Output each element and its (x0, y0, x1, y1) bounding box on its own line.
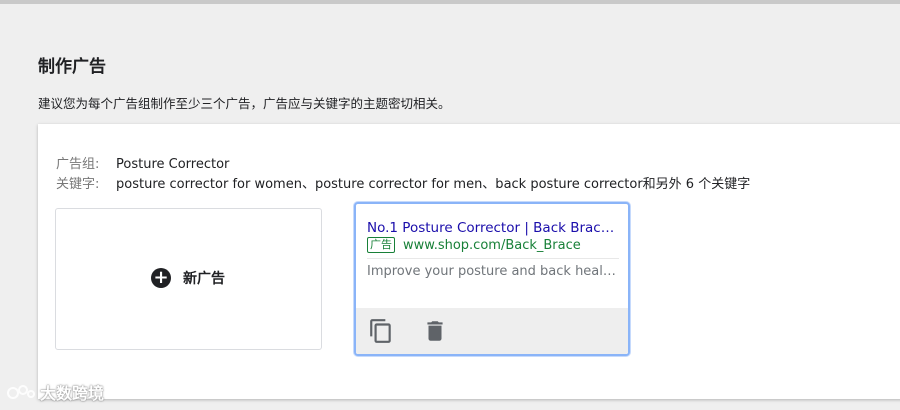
trash-icon (427, 321, 443, 341)
ad-group-label: 广告组: (56, 157, 100, 172)
ad-group-value: Posture Corrector (116, 157, 230, 172)
watermark-logo-icon (7, 385, 35, 399)
keywords-value: posture corrector for women、posture corr… (116, 177, 751, 192)
keywords-label: 关键字: (56, 177, 100, 192)
keywords-row: 关键字: posture corrector for women、posture … (56, 173, 750, 192)
watermark-text: 大数跨境 (40, 384, 105, 403)
new-ad-label: 新广告 (183, 271, 225, 287)
ad-display-url: www.shop.com/Back_Brace (403, 237, 581, 253)
ad-group-card: 广告组: Posture Corrector 关键字: posture correc… (38, 124, 900, 399)
create-ad-section: 制作广告 建议您为每个广告组制作至少三个广告，广告应与关键字的主题密切相关。 (0, 4, 900, 124)
page-title: 制作广告 (38, 57, 106, 77)
new-ad-content: + 新广告 (151, 268, 225, 288)
new-ad-button[interactable]: + 新广告 (55, 208, 322, 350)
ad-divider (367, 258, 619, 259)
ad-group-row: 广告组: Posture Corrector (56, 153, 229, 172)
ad-headline[interactable]: No.1 Posture Corrector | Back Brace for … (367, 220, 619, 236)
ad-description: Improve your posture and back health tod… (367, 264, 617, 279)
ad-url-row: 广告 www.shop.com/Back_Brace (367, 237, 581, 253)
ad-badge: 广告 (367, 237, 395, 253)
delete-button[interactable] (422, 318, 448, 344)
page-subtitle: 建议您为每个广告组制作至少三个广告，广告应与关键字的主题密切相关。 (38, 96, 451, 111)
watermark: 大数跨境 (6, 380, 104, 404)
ad-actions-bar (356, 308, 628, 354)
copy-button[interactable] (368, 318, 394, 344)
ad-preview-card[interactable]: No.1 Posture Corrector | Back Brace for … (354, 202, 630, 356)
plus-circle-icon: + (151, 268, 171, 288)
copy-icon (370, 319, 391, 343)
